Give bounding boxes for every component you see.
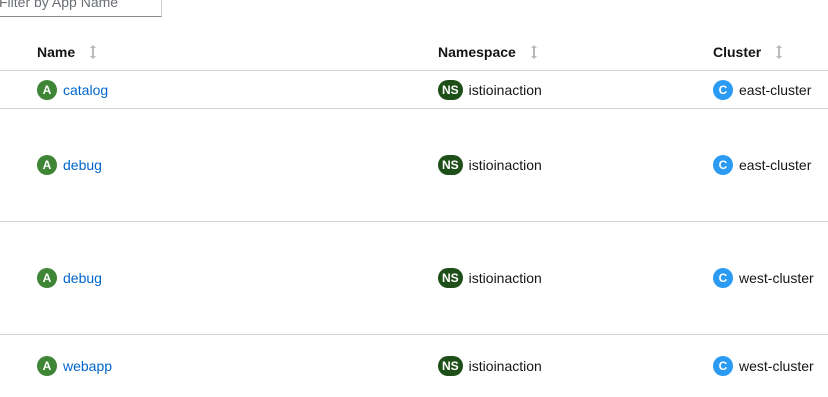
namespace-text: istioinaction: [468, 157, 542, 173]
app-badge: A: [37, 155, 57, 175]
cluster-cell: C east-cluster: [713, 109, 811, 221]
filter-app-name-input[interactable]: [0, 0, 162, 17]
namespace-cell: NS istioinaction: [438, 71, 542, 108]
cluster-badge: C: [713, 79, 733, 100]
namespace-badge: NS: [438, 268, 463, 288]
cluster-badge: C: [713, 268, 733, 288]
namespace-cell: NS istioinaction: [438, 335, 542, 397]
column-header-name[interactable]: Name: [37, 34, 97, 70]
sort-icon[interactable]: [775, 45, 783, 59]
app-link[interactable]: debug: [63, 157, 102, 173]
name-cell: A webapp: [37, 335, 112, 397]
name-cell: A catalog: [37, 71, 108, 108]
column-header-namespace[interactable]: Namespace: [438, 34, 538, 70]
column-header-name-label: Name: [37, 44, 76, 60]
app-link[interactable]: debug: [63, 270, 102, 286]
column-header-cluster-label: Cluster: [713, 44, 762, 60]
namespace-text: istioinaction: [468, 358, 542, 374]
table-row: A catalog NS istioinaction C east-cluste…: [0, 71, 828, 109]
namespace-cell: NS istioinaction: [438, 109, 542, 221]
app-badge: A: [37, 79, 57, 100]
namespace-text: istioinaction: [468, 81, 542, 98]
namespace-badge: NS: [438, 155, 463, 175]
table-header: Name Namespace Cluster: [0, 34, 828, 71]
cluster-cell: C east-cluster: [713, 71, 811, 108]
cluster-badge: C: [713, 155, 733, 175]
table-row: A debug NS istioinaction C west-cluster: [0, 222, 828, 335]
table-row: A debug NS istioinaction C east-cluster: [0, 109, 828, 222]
namespace-text: istioinaction: [468, 270, 542, 286]
table-row: A webapp NS istioinaction C west-cluster: [0, 335, 828, 397]
namespace-badge: NS: [438, 356, 463, 376]
sort-icon[interactable]: [530, 45, 538, 59]
app-link[interactable]: catalog: [63, 82, 108, 98]
cluster-cell: C west-cluster: [713, 222, 814, 334]
column-header-namespace-label: Namespace: [438, 44, 516, 60]
name-cell: A debug: [37, 222, 102, 334]
cluster-text: east-cluster: [739, 157, 812, 173]
namespace-cell: NS istioinaction: [438, 222, 542, 334]
app-link[interactable]: webapp: [63, 358, 112, 374]
app-badge: A: [37, 268, 57, 288]
cluster-text: east-cluster: [739, 81, 812, 98]
column-header-cluster[interactable]: Cluster: [713, 34, 783, 70]
sort-icon[interactable]: [89, 45, 97, 59]
namespace-badge: NS: [438, 79, 463, 100]
app-badge: A: [37, 356, 57, 376]
cluster-text: west-cluster: [739, 270, 814, 286]
name-cell: A debug: [37, 109, 102, 221]
cluster-badge: C: [713, 356, 733, 376]
cluster-cell: C west-cluster: [713, 335, 814, 397]
cluster-text: west-cluster: [739, 358, 814, 374]
